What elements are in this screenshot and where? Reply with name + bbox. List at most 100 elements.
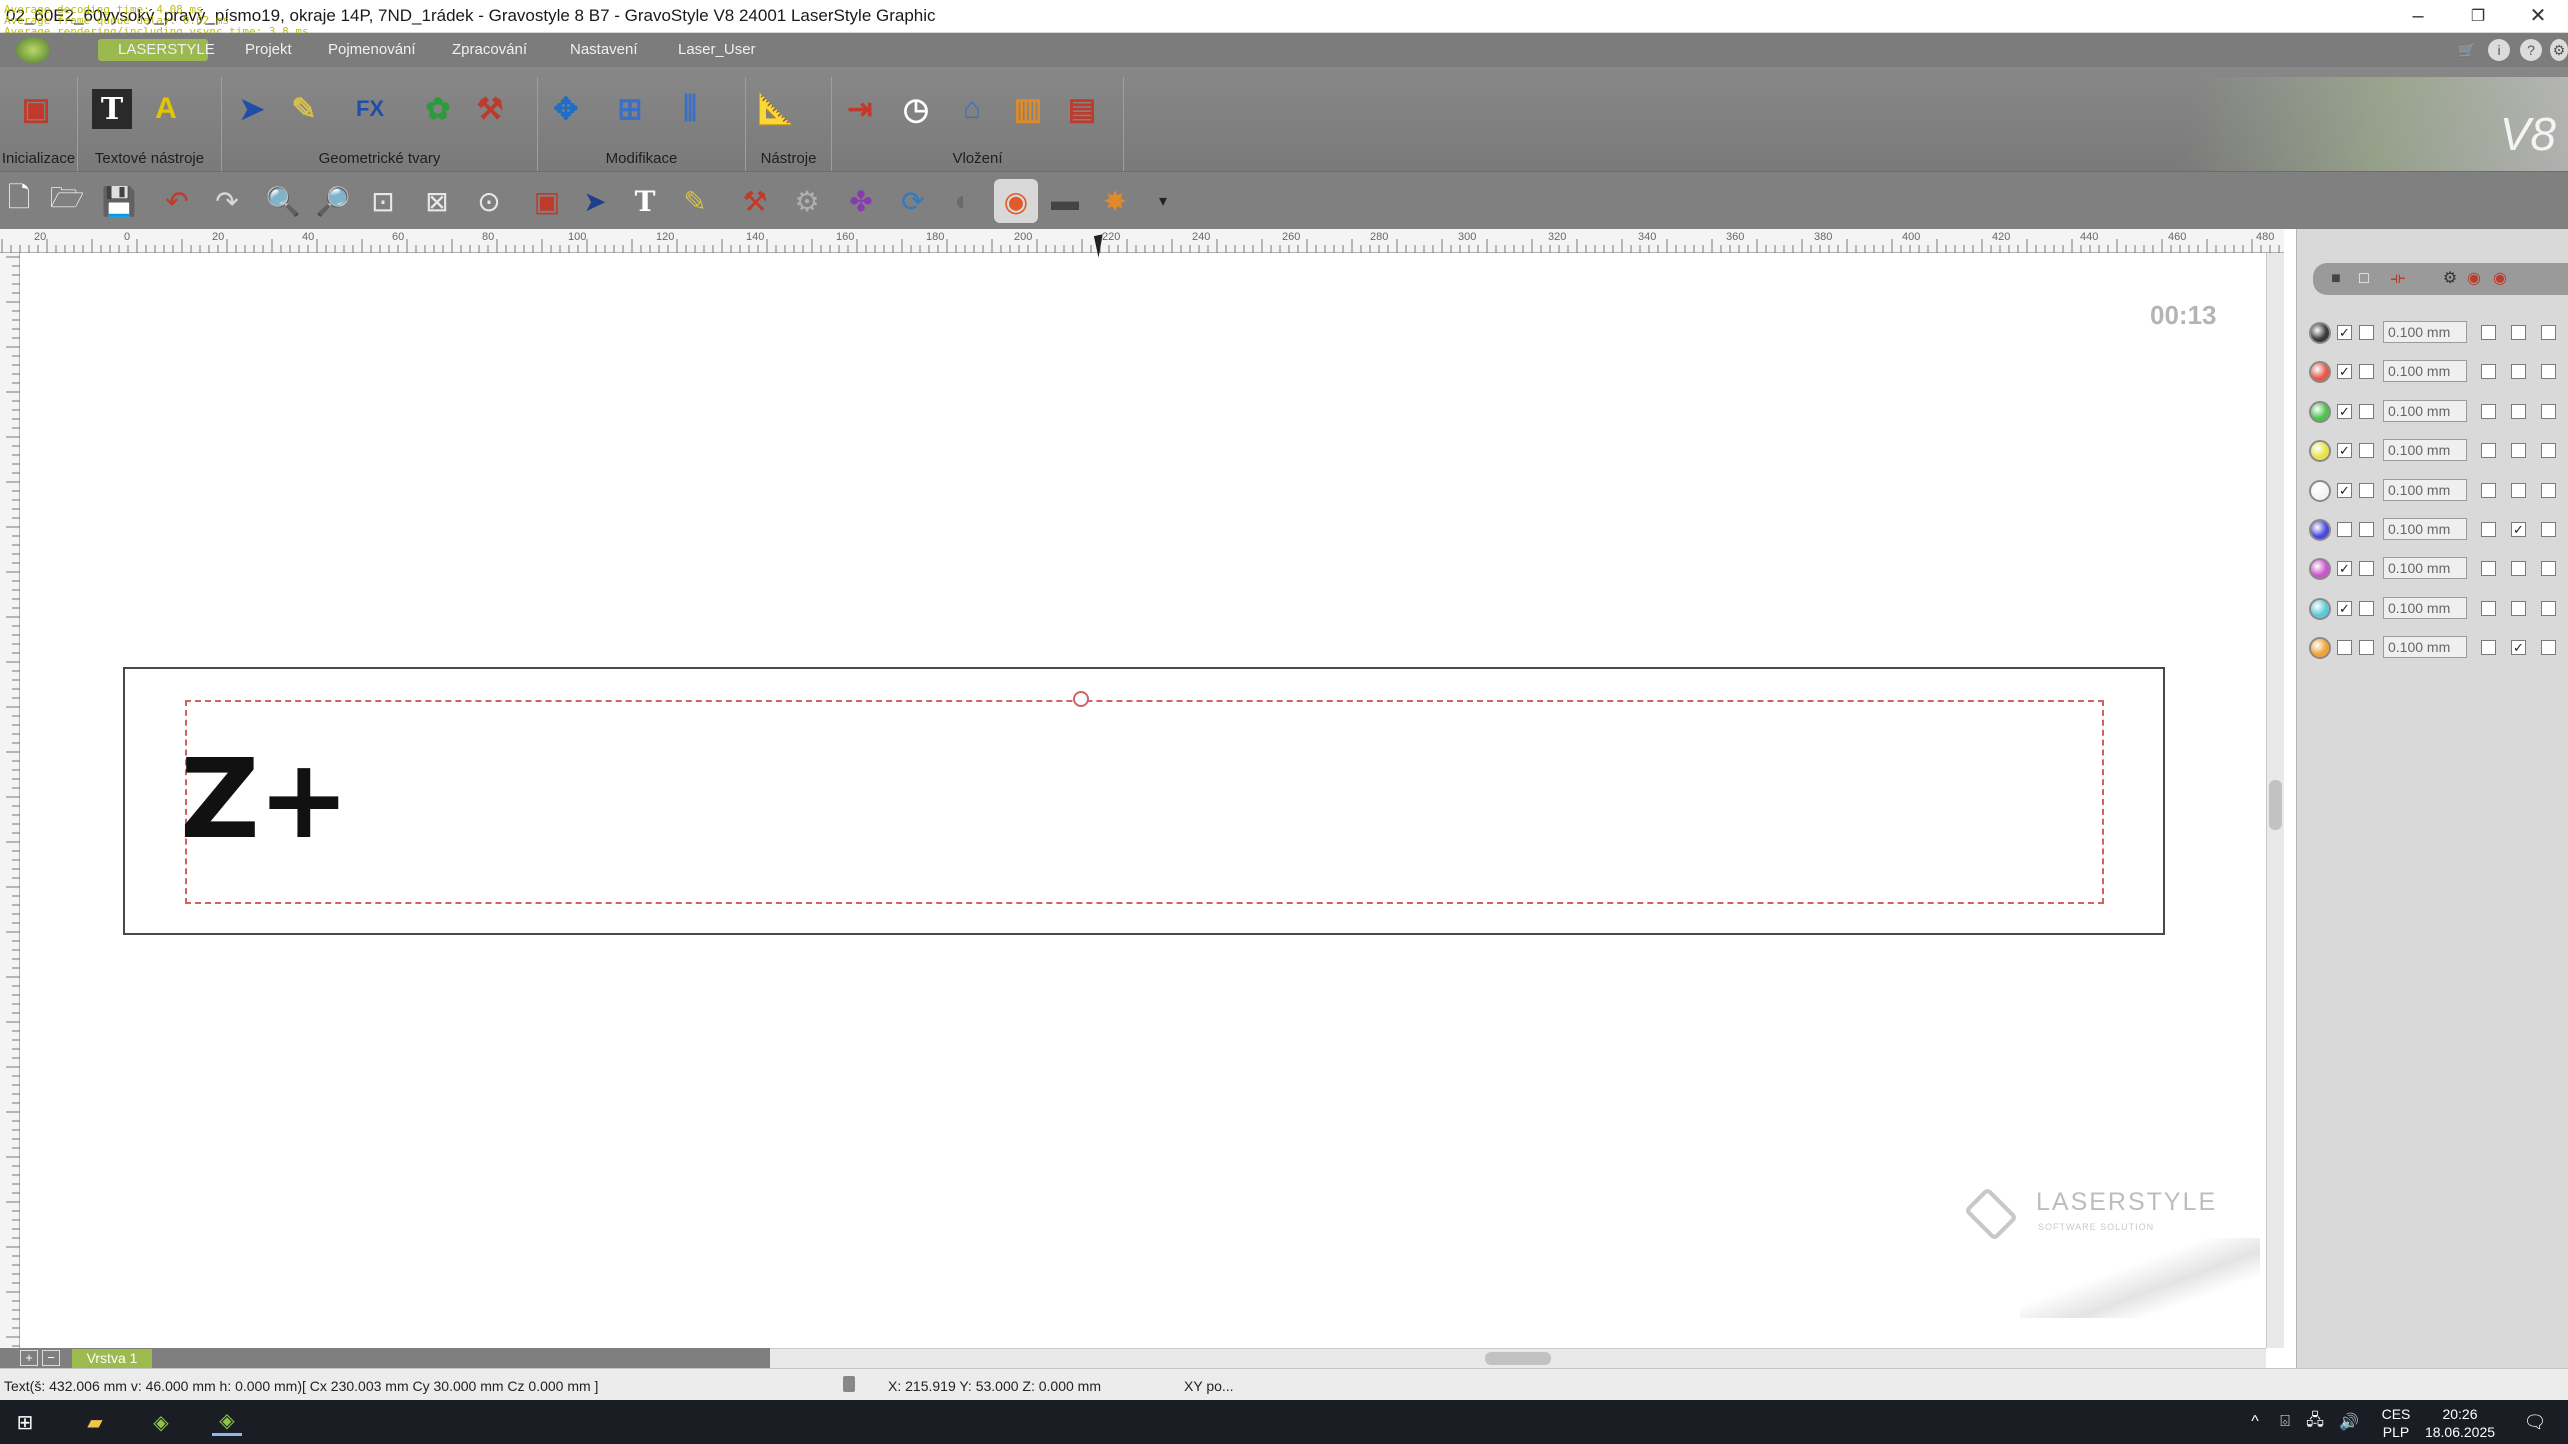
- pen-option-checkbox[interactable]: [2541, 325, 2556, 340]
- save-icon[interactable]: 💾: [100, 182, 138, 220]
- volume-icon[interactable]: 🔊: [2334, 1408, 2364, 1436]
- array-icon[interactable]: ⊞: [610, 89, 650, 129]
- pen-option-checkbox[interactable]: [2359, 561, 2374, 577]
- pen-option-checkbox[interactable]: [2541, 561, 2556, 577]
- minimize-button[interactable]: –: [2388, 0, 2448, 33]
- pen-row[interactable]: 0.100 mm ✓: [2297, 514, 2568, 544]
- pen-width-field[interactable]: 0.100 mm: [2383, 321, 2467, 343]
- restore-button[interactable]: ❐: [2448, 0, 2508, 33]
- pen-option-checkbox[interactable]: [2541, 600, 2556, 616]
- layer-tab[interactable]: Vrstva 1: [72, 1349, 152, 1368]
- pen-option-checkbox[interactable]: [2481, 600, 2496, 616]
- tool-settings-icon[interactable]: ⚙: [2439, 270, 2461, 288]
- pen-option-checkbox[interactable]: [2359, 403, 2374, 419]
- vertical-scroll-thumb[interactable]: [2269, 780, 2282, 830]
- pen-option-checkbox[interactable]: [2481, 364, 2496, 380]
- shapes-icon[interactable]: ✿: [418, 89, 458, 129]
- undo-icon[interactable]: ↶: [158, 182, 196, 220]
- gravostyle-active-app-icon[interactable]: ◈: [212, 1408, 242, 1436]
- pen-row[interactable]: ✓ 0.100 mm: [2297, 475, 2568, 505]
- tray-chevron-icon[interactable]: ^: [2240, 1408, 2270, 1436]
- menu-laser-user[interactable]: Laser_User: [678, 41, 756, 58]
- pen-enabled-checkbox[interactable]: ✓: [2337, 561, 2352, 577]
- pen-option-checkbox[interactable]: [2481, 482, 2496, 498]
- tray-device-icon[interactable]: ⌺: [2270, 1408, 2300, 1436]
- pen-enabled-checkbox[interactable]: ✓: [2337, 600, 2352, 616]
- pen-width-field[interactable]: 0.100 mm: [2383, 360, 2467, 383]
- pen-option-checkbox[interactable]: [2359, 364, 2374, 380]
- nodes-icon[interactable]: ⚒: [736, 182, 774, 220]
- zoom-all-icon[interactable]: ⊠: [418, 182, 456, 220]
- text-effects-icon[interactable]: A: [146, 89, 186, 129]
- fx-icon[interactable]: FX: [350, 89, 390, 129]
- help-icon[interactable]: ?: [2520, 39, 2542, 61]
- pen-color-swatch[interactable]: [2309, 361, 2331, 384]
- text-tool-icon[interactable]: T: [92, 89, 132, 129]
- barcode-icon[interactable]: ▥: [1008, 89, 1048, 129]
- pen-color-swatch[interactable]: [2309, 400, 2331, 423]
- lock-icon[interactable]: [843, 1376, 855, 1392]
- pen-option-checkbox[interactable]: [2511, 443, 2526, 459]
- network-icon[interactable]: 🖧: [2300, 1408, 2330, 1436]
- move-icon[interactable]: ✥: [546, 89, 586, 129]
- node-edit-icon[interactable]: ⚒: [470, 89, 510, 129]
- pen-color-swatch[interactable]: [2309, 637, 2331, 660]
- pen-option-checkbox[interactable]: [2481, 640, 2496, 656]
- app-logo-icon[interactable]: [16, 37, 50, 63]
- windows-start-icon[interactable]: ⊞: [10, 1408, 40, 1436]
- horizontal-scrollbar[interactable]: [770, 1348, 2266, 1368]
- pen-option-checkbox[interactable]: [2359, 600, 2374, 616]
- pen-option-checkbox[interactable]: [2511, 364, 2526, 380]
- select-arrow-icon[interactable]: ➤: [232, 89, 272, 129]
- gravostyle-app-icon[interactable]: ◈: [146, 1408, 176, 1436]
- clock-time[interactable]: 20:26: [2410, 1406, 2510, 1422]
- menu-zpracovani[interactable]: Zpracování: [452, 41, 527, 58]
- pen-option-checkbox[interactable]: [2511, 482, 2526, 498]
- menu-laserstyle[interactable]: LASERSTYLE: [118, 41, 215, 58]
- pen-color-swatch[interactable]: [2309, 558, 2331, 581]
- refresh-icon[interactable]: ⟳: [894, 182, 932, 220]
- more-chevron-icon[interactable]: ▾: [1144, 182, 1182, 220]
- remove-layer-button[interactable]: −: [42, 1350, 60, 1366]
- pen-option-checkbox[interactable]: [2541, 522, 2556, 537]
- pen-row[interactable]: ✓ 0.100 mm: [2297, 356, 2568, 386]
- fill-square-icon[interactable]: ■: [2325, 270, 2347, 288]
- pen-option-checkbox[interactable]: [2511, 325, 2526, 340]
- pen-option-checkbox[interactable]: [2541, 443, 2556, 459]
- close-button[interactable]: ✕: [2508, 0, 2568, 33]
- pen-option-checkbox[interactable]: [2541, 403, 2556, 419]
- pen-row[interactable]: 0.100 mm ✓: [2297, 632, 2568, 662]
- pen-enabled-checkbox[interactable]: [2337, 640, 2352, 656]
- redo-icon[interactable]: ↷: [208, 182, 246, 220]
- open-document-icon[interactable]: 🗁: [48, 182, 86, 220]
- outline-square-icon[interactable]: □: [2353, 270, 2375, 288]
- pen-color-swatch[interactable]: [2309, 519, 2331, 541]
- selection-box[interactable]: [185, 700, 2104, 904]
- pen-option-checkbox[interactable]: [2359, 640, 2374, 656]
- pointer-icon[interactable]: ➤: [576, 182, 614, 220]
- pen-enabled-checkbox[interactable]: ✓: [2337, 325, 2352, 340]
- pen-enabled-checkbox[interactable]: ✓: [2337, 403, 2352, 419]
- pen-option-checkbox[interactable]: [2481, 522, 2496, 537]
- group-icon[interactable]: ⚙: [788, 182, 826, 220]
- pen-enabled-checkbox[interactable]: ✓: [2337, 482, 2352, 498]
- new-frame-icon[interactable]: ▣: [16, 89, 56, 129]
- notification-icon[interactable]: 🗨: [2520, 1408, 2550, 1436]
- dial-icon[interactable]: ◷: [896, 89, 936, 129]
- draw-icon[interactable]: ✎: [676, 182, 714, 220]
- pen-option-checkbox[interactable]: [2541, 364, 2556, 380]
- pen-row[interactable]: ✓ 0.100 mm: [2297, 317, 2568, 347]
- rotation-handle[interactable]: [1073, 691, 1089, 707]
- pen-width-field[interactable]: 0.100 mm: [2383, 439, 2467, 462]
- pen-option-checkbox[interactable]: [2481, 443, 2496, 459]
- pen-option-checkbox[interactable]: [2359, 482, 2374, 498]
- text-object[interactable]: Z+: [180, 735, 350, 863]
- pen-enabled-checkbox[interactable]: ✓: [2337, 364, 2352, 380]
- menu-nastaveni[interactable]: Nastavení: [570, 41, 638, 58]
- pen-width-field[interactable]: 0.100 mm: [2383, 557, 2467, 580]
- pen-option-checkbox[interactable]: ✓: [2511, 522, 2526, 537]
- cart-icon[interactable]: 🛒: [2456, 39, 2478, 61]
- pen-row[interactable]: ✓ 0.100 mm: [2297, 553, 2568, 583]
- pen-color-swatch[interactable]: [2309, 322, 2331, 344]
- laser-icon[interactable]: ◉: [2463, 270, 2485, 288]
